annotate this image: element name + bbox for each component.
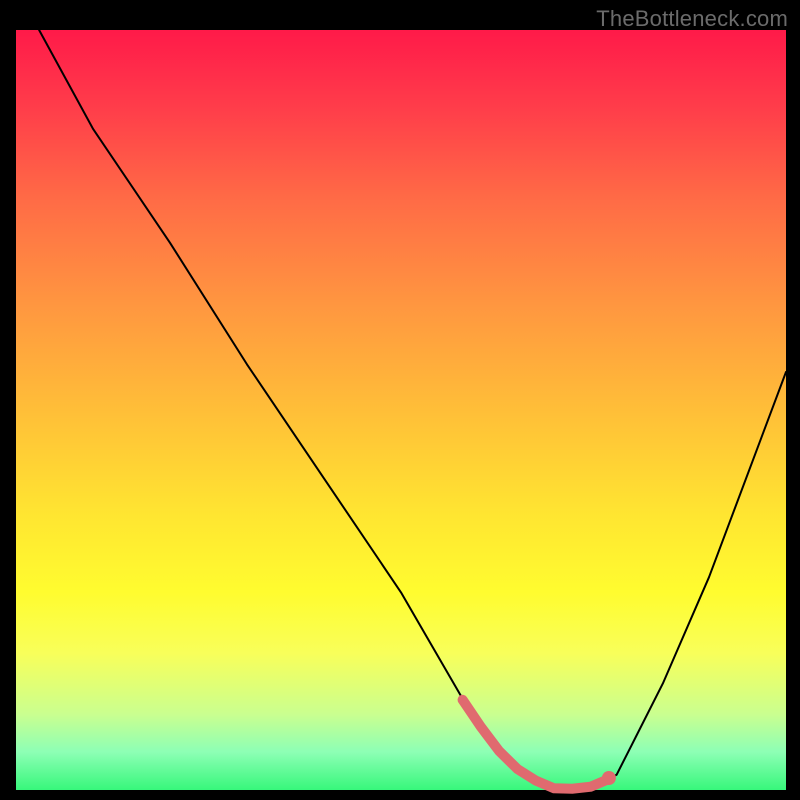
bottom-marker-dot <box>602 771 616 785</box>
bottom-marker-band <box>463 700 609 789</box>
chart-overlay <box>0 0 800 800</box>
bottleneck-curve <box>39 30 786 788</box>
